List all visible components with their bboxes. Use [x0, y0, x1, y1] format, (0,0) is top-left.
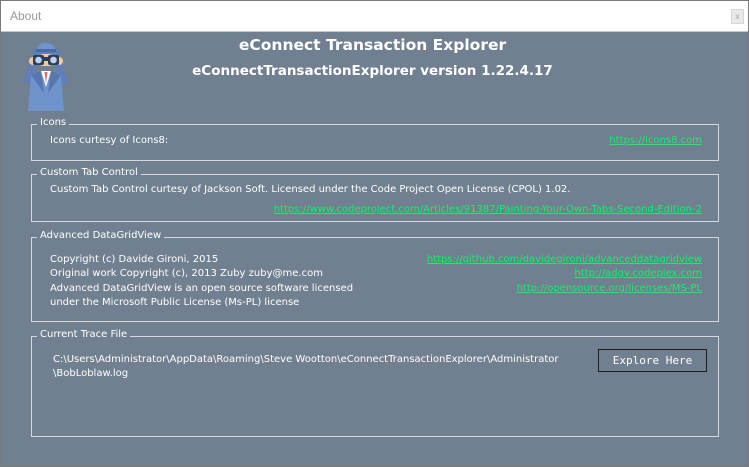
github-link[interactable]: https://github.com/davidegironi/advanced… [427, 254, 702, 265]
codeplex-link[interactable]: http://adgv.codeplex.com [575, 268, 702, 279]
tab-control-group: Custom Tab Control Custom Tab Control cu… [31, 167, 719, 222]
window-title: About [10, 9, 42, 23]
datagrid-license-line1: Advanced DataGridView is an open source … [50, 283, 354, 294]
icons-group: Icons Icons curtesy of Icons8: https://i… [31, 117, 719, 161]
trace-file-group: Current Trace File C:\Users\Administrato… [31, 329, 719, 437]
trace-path-line1: C:\Users\Administrator\AppData\Roaming\S… [53, 354, 559, 365]
trace-path-line2: \BobLoblaw.log [53, 368, 129, 379]
datagrid-original-work: Original work Copyright (c), 2013 Zuby z… [50, 268, 323, 279]
tab-control-group-legend: Custom Tab Control [37, 167, 141, 178]
datagrid-group-legend: Advanced DataGridView [37, 230, 165, 241]
close-icon[interactable]: x [731, 9, 744, 24]
icons-credit-text: Icons curtesy of Icons8: [50, 135, 169, 146]
trace-file-group-legend: Current Trace File [37, 329, 131, 340]
datagrid-license-line2: under the Microsoft Public License (Ms-P… [50, 297, 300, 308]
datagrid-copyright: Copyright (c) Davide Gironi, 2015 [50, 254, 219, 265]
datagrid-group: Advanced DataGridView Copyright (c) Davi… [31, 230, 719, 322]
app-name: eConnect Transaction Explorer [238, 36, 507, 54]
codeproject-link[interactable]: https://www.codeproject.com/Articles/913… [274, 204, 702, 215]
opensource-license-link[interactable]: http://opensource.org/licenses/MS-PL [517, 283, 702, 294]
app-version: eConnectTransactionExplorer version 1.22… [192, 63, 553, 79]
icons-group-legend: Icons [37, 117, 70, 128]
tab-control-credit-text: Custom Tab Control curtesy of Jackson So… [50, 184, 571, 195]
icons8-link[interactable]: https://icons8.com [609, 135, 702, 146]
title-bar: About x [1, 1, 748, 32]
about-window: About x eConnect Transaction Explorer eC… [0, 0, 749, 467]
explore-here-button[interactable]: Explore Here [598, 349, 707, 372]
